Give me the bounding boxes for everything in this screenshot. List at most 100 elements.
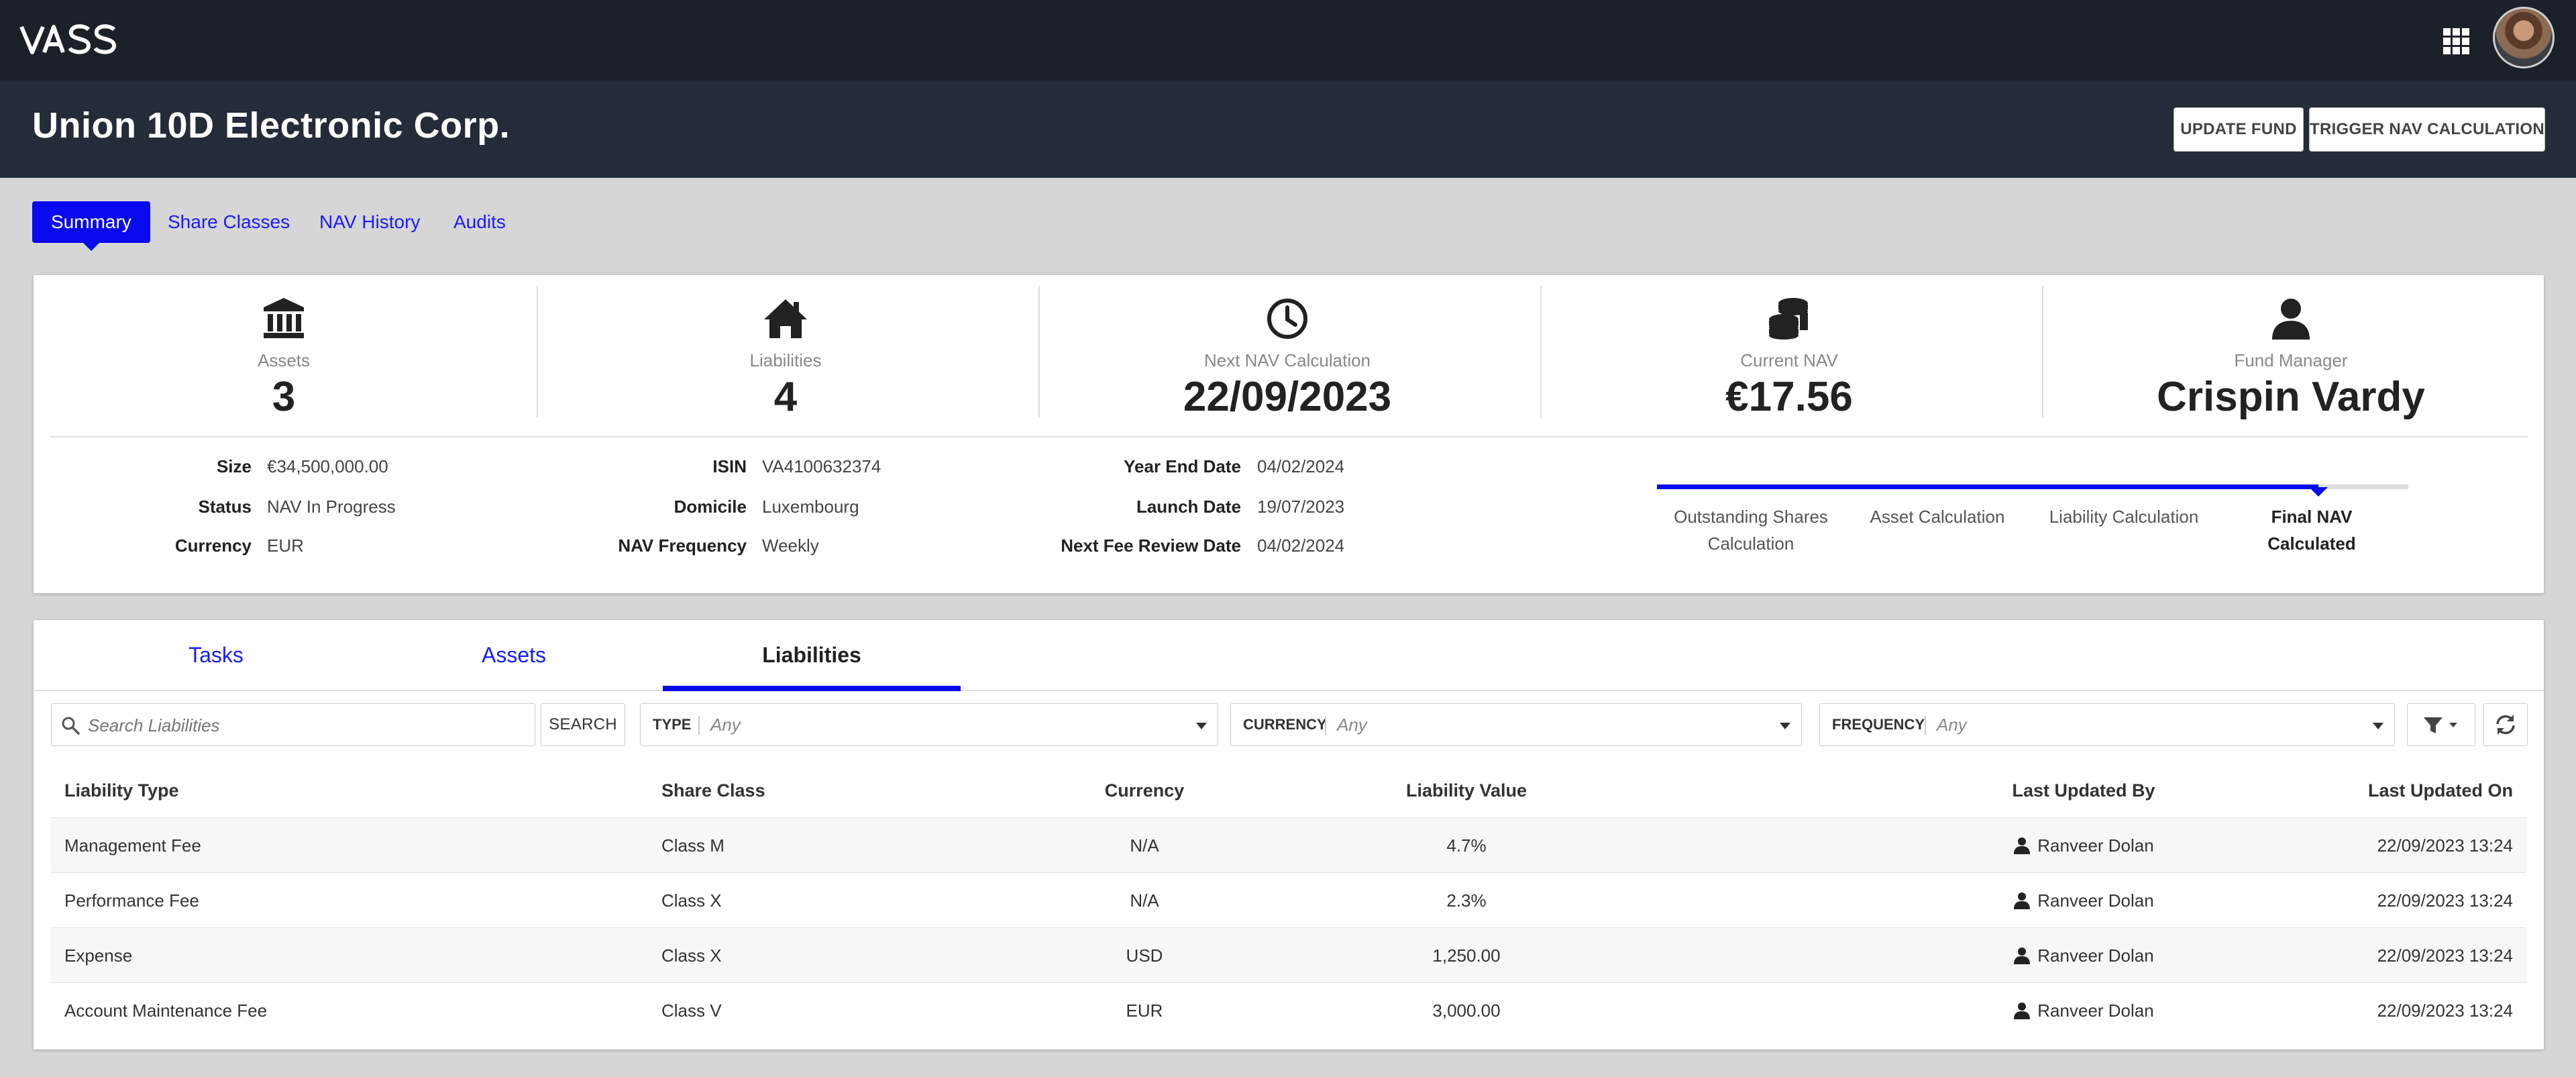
kpi-value: 22/09/2023 xyxy=(1183,374,1392,420)
cell-liability-type: Account Maintenance Fee xyxy=(64,1001,268,1021)
cell-currency: N/A xyxy=(1130,835,1159,856)
cell-share-class: Class X xyxy=(661,945,722,966)
filter-options-button[interactable] xyxy=(2407,703,2475,746)
table-row[interactable]: Expense Class X USD 1,250.00 Ranveer Dolan 22… xyxy=(51,927,2526,983)
search-input[interactable] xyxy=(87,704,525,747)
kpi-assets: Assets 3 xyxy=(34,286,534,420)
user-name: Ranveer Dolan xyxy=(2037,1001,2154,1021)
kpi-value: 3 xyxy=(272,374,296,420)
user-icon xyxy=(2272,299,2310,340)
cell-liability-value: 2.3% xyxy=(1446,890,1487,911)
detail-value: 04/02/2024 xyxy=(1257,535,1345,556)
search-box xyxy=(51,703,535,747)
top-bar xyxy=(0,0,2576,81)
step-outstanding-shares: Outstanding Shares Calculation xyxy=(1674,507,1828,554)
type-filter[interactable]: TYPE Any xyxy=(640,703,1218,746)
liabilities-card: Tasks Assets Liabilities SEARCH TYPE Any… xyxy=(34,620,2544,1049)
divider xyxy=(698,716,700,735)
cell-last-updated-on: 22/09/2023 13:24 xyxy=(2377,1001,2513,1021)
filter-value: Any xyxy=(1337,715,1367,735)
nav-progress-track xyxy=(1657,484,2408,497)
column-header-liability-value[interactable]: Liability Value xyxy=(1366,764,1567,817)
kpi-value: Crispin Vardy xyxy=(2157,374,2425,420)
update-fund-button[interactable]: UPDATE FUND xyxy=(2174,107,2304,152)
trigger-nav-calculation-button[interactable]: TRIGGER NAV CALCULATION xyxy=(2309,107,2545,152)
column-header-share-class[interactable]: Share Class xyxy=(661,764,765,817)
table-row[interactable]: Management Fee Class M N/A 4.7% Ranveer Dola… xyxy=(51,817,2526,873)
tab-nav-history[interactable]: NAV History xyxy=(319,201,420,243)
cell-liability-type: Expense xyxy=(64,945,133,966)
tab-tasks[interactable]: Tasks xyxy=(67,620,365,690)
kpi-value: €17.56 xyxy=(1725,374,1853,420)
filter-value: Any xyxy=(1937,715,1967,735)
tab-share-classes[interactable]: Share Classes xyxy=(168,201,290,243)
detail-label: Next Fee Review Date xyxy=(1061,535,1241,556)
funnel-icon xyxy=(2424,717,2457,733)
user-name: Ranveer Dolan xyxy=(2037,835,2154,856)
apps-grid-icon[interactable] xyxy=(2442,27,2471,56)
tab-assets[interactable]: Assets xyxy=(365,620,663,690)
coins-icon xyxy=(1769,298,1808,340)
kpi-liabilities: Liabilities 4 xyxy=(535,286,1036,420)
detail-year-end: Year End Date xyxy=(34,456,1241,483)
kpi-next-nav: Next NAV Calculation 22/09/2023 xyxy=(1037,286,1538,420)
cell-last-updated-on: 22/09/2023 13:24 xyxy=(2377,890,2513,911)
cell-liability-type: Management Fee xyxy=(64,835,201,856)
page-title: Union 10D Electronic Corp. xyxy=(32,105,511,146)
refresh-button[interactable] xyxy=(2483,703,2528,746)
user-icon xyxy=(2014,947,2031,964)
detail-value: 04/02/2024 xyxy=(1257,456,1345,476)
clock-icon xyxy=(1267,299,1307,339)
table-header: Liability Type Share Class Currency Liab… xyxy=(51,764,2526,817)
cell-liability-type: Performance Fee xyxy=(64,890,199,911)
step-asset-calculation: Asset Calculation xyxy=(1870,507,2005,527)
tab-audits[interactable]: Audits xyxy=(453,201,506,243)
column-header-last-updated-by[interactable]: Last Updated By xyxy=(1949,764,2218,817)
cell-last-updated-by: Ranveer Dolan xyxy=(1949,983,2218,1038)
cell-liability-value: 3,000.00 xyxy=(1432,1001,1501,1021)
detail-value: 19/07/2023 xyxy=(1257,497,1345,517)
user-name: Ranveer Dolan xyxy=(2037,945,2154,966)
detail-launch-date: Launch Date xyxy=(34,497,1241,523)
nav-progress-fill xyxy=(1657,484,2318,489)
detail-fee-review: Next Fee Review Date xyxy=(34,535,1241,562)
user-avatar[interactable] xyxy=(2493,7,2555,68)
cell-liability-value: 4.7% xyxy=(1446,835,1487,856)
frequency-filter[interactable]: FREQUENCY Any xyxy=(1819,703,2395,746)
fund-summary-card: Assets 3 Liabilities 4 Next NAV Calculat… xyxy=(34,275,2544,593)
column-header-last-updated-on[interactable]: Last Updated On xyxy=(2368,764,2513,817)
cell-last-updated-by: Ranveer Dolan xyxy=(1949,818,2218,873)
cell-share-class: Class M xyxy=(661,835,724,856)
filter-label: CURRENCY xyxy=(1243,716,1327,733)
vass-logo[interactable] xyxy=(19,19,119,59)
divider xyxy=(50,436,2528,438)
user-icon xyxy=(2014,1003,2031,1019)
cell-last-updated-on: 22/09/2023 13:24 xyxy=(2377,835,2513,856)
currency-filter[interactable]: CURRENCY Any xyxy=(1230,703,1802,746)
kpi-fund-manager: Fund Manager Crispin Vardy xyxy=(2041,286,2541,420)
kpi-current-nav: Current NAV €17.56 xyxy=(1539,286,2039,420)
kpi-value: 4 xyxy=(773,374,798,420)
nav-progress-marker xyxy=(2308,487,2328,497)
cell-last-updated-on: 22/09/2023 13:24 xyxy=(2377,945,2513,966)
tab-liabilities[interactable]: Liabilities xyxy=(663,620,961,691)
bank-icon xyxy=(264,298,304,338)
search-icon xyxy=(62,717,80,735)
column-header-currency[interactable]: Currency xyxy=(1077,764,1212,817)
chevron-down-icon xyxy=(1780,723,1790,729)
section-tabs: Tasks Assets Liabilities xyxy=(34,620,2544,691)
search-button[interactable]: SEARCH xyxy=(541,703,625,746)
detail-label: Launch Date xyxy=(1136,497,1241,517)
detail-label: Year End Date xyxy=(1124,456,1241,476)
column-header-liability-type[interactable]: Liability Type xyxy=(64,764,179,817)
table-row[interactable]: Performance Fee Class X N/A 2.3% Ranveer Dol… xyxy=(51,872,2526,928)
cell-currency: N/A xyxy=(1130,890,1159,911)
cell-currency: USD xyxy=(1126,945,1163,966)
kpi-label: Liabilities xyxy=(749,350,822,370)
tab-summary[interactable]: Summary xyxy=(32,201,150,251)
cell-liability-value: 1,250.00 xyxy=(1432,945,1501,966)
step-liability-calculation: Liability Calculation xyxy=(2049,507,2199,527)
divider xyxy=(1925,716,1926,735)
table-row[interactable]: Account Maintenance Fee Class V EUR 3,000.0… xyxy=(51,982,2526,1038)
chevron-down-icon xyxy=(1196,723,1207,729)
